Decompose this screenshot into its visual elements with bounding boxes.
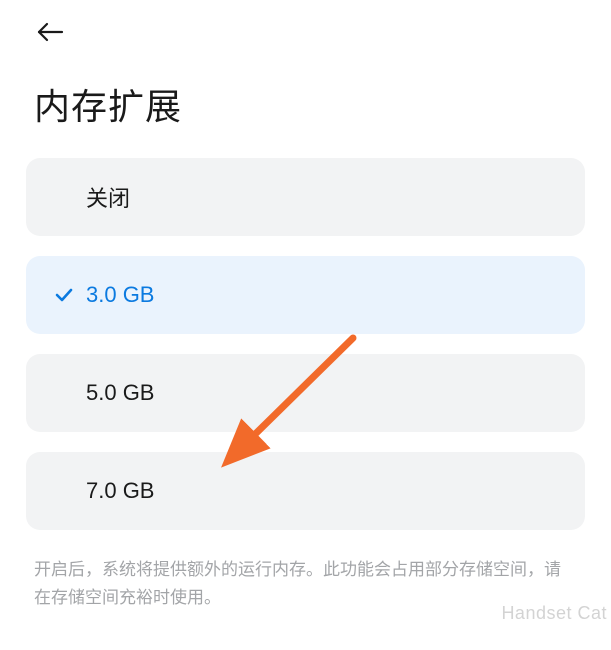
option-5gb[interactable]: 5.0 GB: [26, 354, 585, 432]
back-button[interactable]: [28, 14, 72, 54]
option-label: 5.0 GB: [54, 380, 557, 406]
option-label: 关闭: [54, 181, 557, 213]
option-3gb[interactable]: 3.0 GB: [26, 256, 585, 334]
options-list: 关闭 3.0 GB 5.0 GB 7.0 GB: [0, 158, 611, 530]
watermark-text: Handset Cat: [501, 603, 611, 624]
option-off[interactable]: 关闭: [26, 158, 585, 236]
option-7gb[interactable]: 7.0 GB: [26, 452, 585, 530]
check-icon: [54, 285, 80, 305]
option-label: 7.0 GB: [54, 478, 557, 504]
option-label: 3.0 GB: [86, 282, 557, 308]
arrow-left-icon: [35, 20, 65, 49]
page-title: 内存扩展: [0, 54, 611, 158]
